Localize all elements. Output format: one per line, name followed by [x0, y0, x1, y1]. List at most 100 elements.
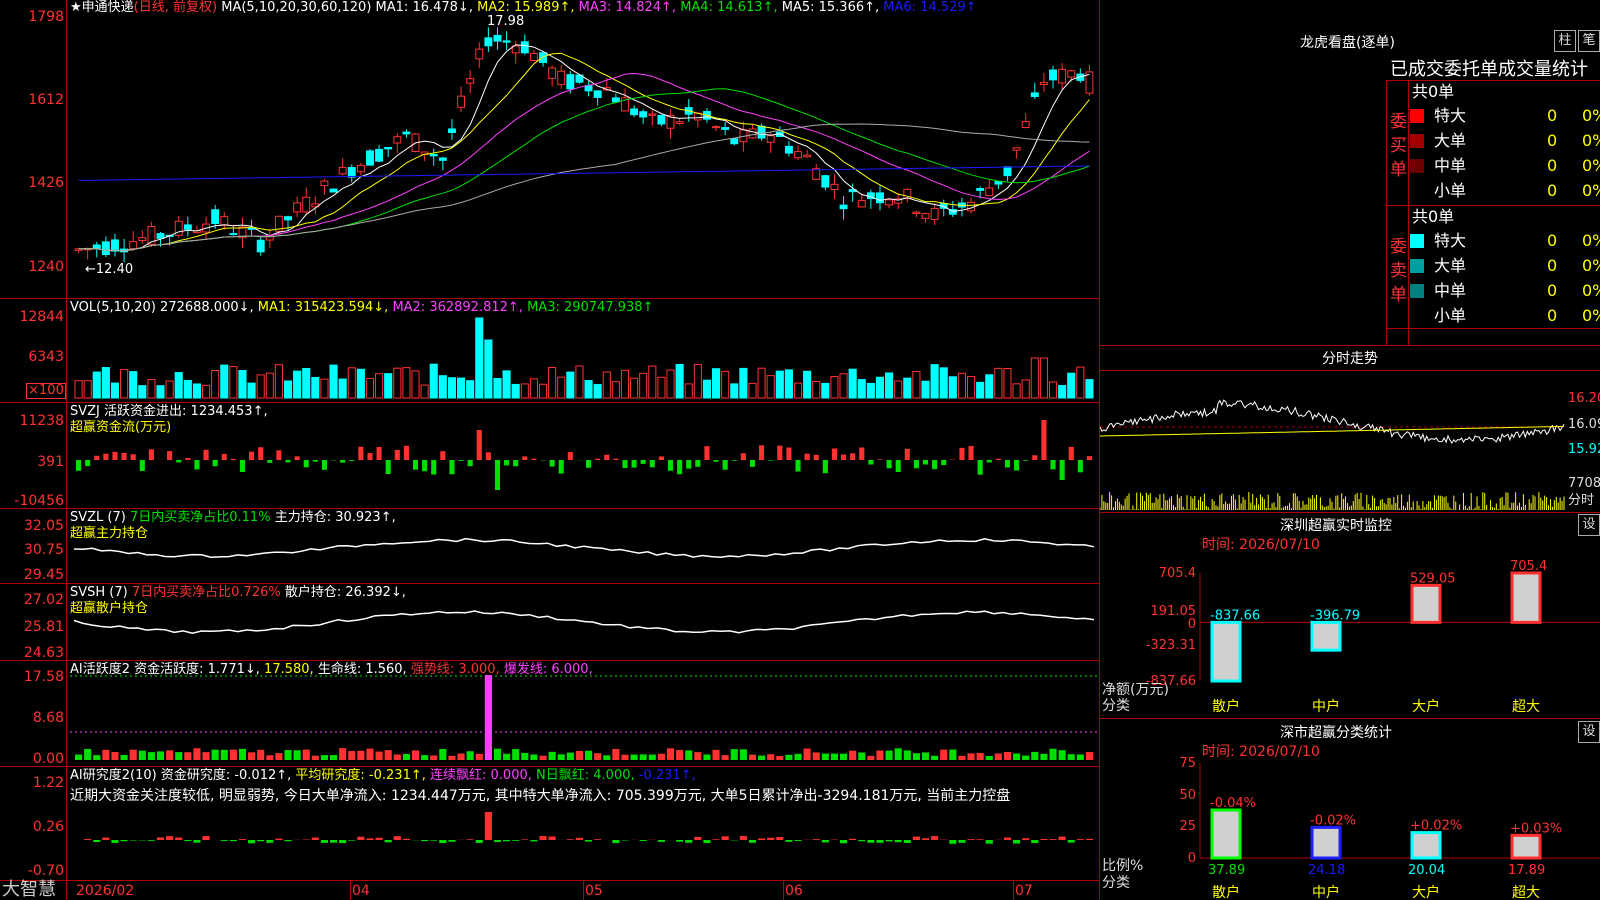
svzj-bar — [567, 451, 573, 460]
svzj-bar — [749, 460, 756, 467]
ai2-name[interactable]: AI研究度2(10) — [70, 768, 157, 783]
bar-chart-tick: 0 — [1188, 851, 1196, 866]
ai2-bar — [1040, 838, 1048, 840]
main-chart-canvas[interactable]: 705.4191.050-323.31-837.66-837.66散户-396.… — [0, 0, 1600, 900]
ai1-name[interactable]: AI活跃度2 — [70, 662, 130, 677]
sz-monitor-chart: 705.4191.050-323.31-837.66-837.66散户-396.… — [1146, 559, 1600, 715]
bar-chart-share-label: 20.04 — [1408, 863, 1445, 878]
ai2-bar — [238, 839, 247, 840]
ai2-tick-3: -0.70 — [27, 863, 64, 879]
svzj-bar — [1077, 460, 1083, 473]
svzj-bar — [941, 460, 947, 466]
buy-row-pct: 0% — [1582, 181, 1600, 200]
candle-body — [393, 136, 402, 144]
svsh-line — [73, 610, 1095, 634]
svzl-name[interactable]: SVZL (7) — [70, 510, 126, 525]
volume-bar — [620, 369, 630, 399]
ai1-bar — [512, 749, 520, 760]
ai1-bar — [411, 750, 420, 760]
ai1-bar — [840, 753, 848, 760]
candle-body — [994, 181, 1003, 185]
ai2-bar — [858, 840, 866, 842]
stock-name[interactable]: 申通快递 — [82, 0, 134, 15]
svzj-name[interactable]: SVZJ — [70, 404, 100, 419]
ai2-bar — [594, 839, 602, 840]
color-swatch-icon — [1410, 234, 1424, 248]
svzj-bar — [877, 459, 883, 460]
volume-bar — [229, 366, 238, 399]
period-label[interactable]: (日线, 前复权) — [134, 0, 217, 15]
ma10-line — [78, 52, 1090, 252]
ai1-bar — [1022, 755, 1030, 760]
svsh-name[interactable]: SVSH (7) — [70, 585, 128, 600]
bar-chart-tick: 25 — [1179, 819, 1196, 834]
ai1-bar — [858, 752, 866, 760]
svzj-bar — [148, 449, 154, 460]
ai2-bar — [339, 840, 347, 844]
candle-body — [447, 128, 456, 134]
ai2-bar — [521, 839, 529, 840]
volume-bar — [402, 367, 411, 399]
tick-mode-button[interactable]: 笔 — [1578, 30, 1600, 52]
divider-ai1 — [0, 660, 1100, 661]
volume-bar — [420, 384, 429, 399]
svzj-bar — [203, 449, 209, 460]
ai2-bar — [885, 840, 893, 842]
svzj-bar — [494, 460, 501, 490]
favorite-star-icon[interactable]: ★ — [70, 0, 82, 15]
date-tick-3: 05 — [585, 883, 603, 899]
svzj-bar — [358, 446, 364, 460]
volume-bar — [511, 383, 520, 399]
vol-header: VOL(5,10,20) 272688.000↓, MA1: 315423.59… — [70, 300, 653, 316]
monitor-settings-button[interactable]: 设 — [1578, 514, 1600, 536]
svzl-value: 主力持仓: 30.923↑, — [274, 510, 396, 525]
ai2-bar — [840, 840, 848, 844]
vol-config[interactable]: VOL(5,10,20) — [70, 300, 156, 315]
ai2-bar — [248, 840, 256, 844]
svzj-bar — [449, 460, 455, 475]
volume-bar — [74, 380, 83, 399]
svzj-bar — [458, 460, 464, 461]
candle-body — [320, 180, 329, 187]
ai2-bar — [758, 838, 766, 840]
ma60-line — [78, 123, 1090, 252]
svzj-bar — [394, 450, 400, 460]
ma5-line — [78, 44, 1090, 252]
volume-bar — [83, 380, 92, 399]
candle-body — [630, 108, 639, 116]
classify-y-label: 比例% — [1102, 858, 1144, 874]
ai2-bar — [676, 840, 684, 842]
monitor-x-label: 分类 — [1102, 698, 1130, 714]
ai1-bar — [931, 755, 939, 760]
ai1-bar — [666, 748, 675, 760]
svzj-bar — [841, 454, 847, 460]
svzj-bar — [795, 460, 801, 472]
ai1-bar — [621, 754, 629, 760]
candle-body — [256, 239, 265, 253]
ma30-line — [78, 88, 1090, 252]
ai1-bar — [976, 752, 984, 760]
volume-bar — [930, 364, 939, 399]
ai1-bar — [921, 752, 930, 760]
ai1-bar — [985, 755, 993, 760]
vol-tick-2: 6343 — [28, 349, 64, 365]
candle-body — [293, 202, 302, 213]
ai1-bar — [603, 755, 611, 760]
volume-bar — [766, 375, 775, 399]
intraday-avg-line — [1100, 425, 1564, 437]
ai1-bar — [211, 749, 219, 760]
svzj-bar — [959, 447, 965, 460]
svzj-bar — [1050, 460, 1056, 470]
ma-config[interactable]: MA(5,10,20,30,60,120) — [221, 0, 371, 15]
classify-settings-button[interactable]: 设 — [1578, 721, 1600, 743]
ai2-bar — [1058, 836, 1066, 840]
ai1-bar — [466, 751, 474, 760]
candle-body — [1067, 70, 1076, 78]
candle-body — [803, 154, 812, 158]
volume-bar — [967, 376, 976, 399]
bar-chart-category-label: 散户 — [1212, 884, 1240, 900]
intraday-title: 分时走势 — [1322, 351, 1378, 367]
svzj-group — [76, 420, 1092, 490]
bar-mode-button[interactable]: 柱 — [1554, 30, 1576, 52]
candle-body — [402, 131, 411, 135]
